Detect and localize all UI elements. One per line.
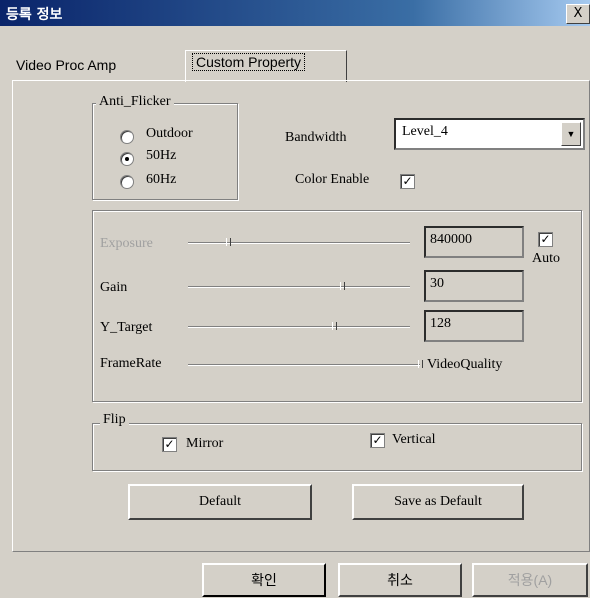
exposure-slider-track[interactable]: [188, 242, 410, 244]
default-button[interactable]: Default: [128, 484, 312, 520]
gain-value: 30: [430, 276, 444, 291]
exposure-slider-thumb[interactable]: [226, 238, 231, 246]
title-bar: 등록 정보: [0, 0, 590, 26]
radio-50hz-label: 50Hz: [146, 148, 177, 163]
vertical-label: Vertical: [392, 432, 436, 447]
anti-flicker-label: Anti_Flicker: [96, 94, 174, 110]
tab-video-proc-amp[interactable]: Video Proc Amp: [10, 55, 188, 81]
color-enable-checkbox[interactable]: ✓: [400, 174, 415, 189]
gain-slider-thumb[interactable]: [340, 282, 345, 290]
y-target-label: Y_Target: [100, 320, 153, 335]
save-as-default-button[interactable]: Save as Default: [352, 484, 524, 520]
properties-dialog: 등록 정보 X Video Proc Amp Custom Property A…: [0, 0, 590, 598]
y-target-field[interactable]: 128: [424, 310, 524, 342]
radio-outdoor[interactable]: [120, 130, 134, 144]
radio-60hz-label: 60Hz: [146, 172, 177, 187]
exposure-value: 840000: [430, 232, 472, 247]
framerate-slider-track[interactable]: [188, 364, 420, 366]
chevron-down-icon[interactable]: ▼: [561, 122, 581, 146]
gain-label: Gain: [100, 280, 128, 295]
framerate-label: FrameRate: [100, 356, 162, 371]
cancel-button[interactable]: 취소: [338, 563, 462, 597]
exposure-field[interactable]: 840000: [424, 226, 524, 258]
video-quality-label: VideoQuality: [427, 357, 503, 372]
bandwidth-value: Level_4: [402, 124, 448, 139]
y-target-slider-track[interactable]: [188, 326, 410, 328]
y-target-value: 128: [430, 316, 451, 331]
mirror-checkbox[interactable]: ✓: [162, 437, 177, 452]
radio-60hz[interactable]: [120, 175, 134, 189]
tab-video-proc-amp-label: Video Proc Amp: [16, 57, 117, 73]
tab-custom-property[interactable]: Custom Property: [185, 50, 347, 82]
exposure-label: Exposure: [100, 236, 153, 251]
y-target-slider-thumb[interactable]: [332, 322, 337, 330]
vertical-checkbox[interactable]: ✓: [370, 433, 385, 448]
flip-label: Flip: [100, 412, 129, 428]
apply-button[interactable]: 적용(A): [472, 563, 588, 597]
tab-custom-property-label: Custom Property: [192, 53, 306, 71]
framerate-slider-thumb[interactable]: [418, 360, 423, 368]
bandwidth-select[interactable]: Level_4 ▼: [394, 118, 585, 150]
radio-50hz[interactable]: [120, 152, 134, 166]
auto-checkbox[interactable]: ✓: [538, 232, 553, 247]
radio-outdoor-label: Outdoor: [146, 126, 193, 141]
bandwidth-label: Bandwidth: [285, 130, 347, 145]
window-title: 등록 정보: [6, 7, 63, 23]
close-button[interactable]: X: [566, 4, 590, 24]
gain-slider-track[interactable]: [188, 286, 410, 288]
gain-field[interactable]: 30: [424, 270, 524, 302]
auto-label: Auto: [532, 251, 560, 266]
mirror-label: Mirror: [186, 436, 224, 451]
ok-button[interactable]: 확인: [202, 563, 326, 597]
color-enable-label: Color Enable: [295, 172, 370, 187]
